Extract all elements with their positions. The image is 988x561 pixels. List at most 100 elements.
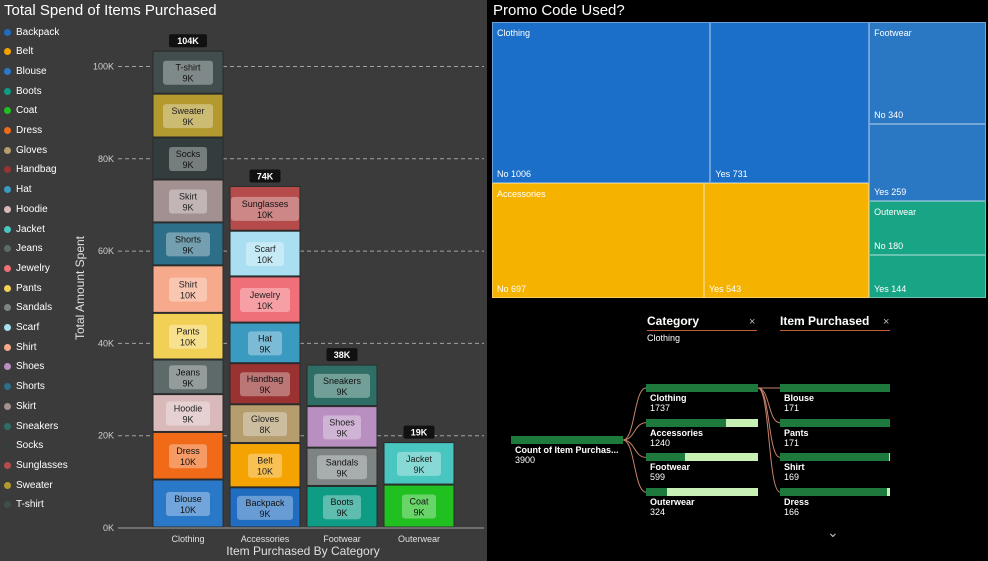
segment-value-label: 9K [413,508,424,518]
item-node-label: Shirt 169 [784,462,805,483]
treemap-cell-label: Yes 259 [874,187,907,198]
segment-value-label: 9K [336,508,347,518]
bar-total-label: 74K [257,171,274,181]
y-tick-label: 100K [93,61,114,71]
segment-item-label: Sandals [326,457,359,467]
treemap-panel: Promo Code Used? Clothing No 1006 Yes 731 A… [489,0,988,300]
segment-value-label: 9K [259,385,270,395]
category-bar[interactable] [646,384,758,392]
segment-item-label: Jewelry [250,290,281,300]
treemap-group-label: Accessories [497,189,546,200]
segment-item-label: Sweater [171,106,204,116]
bar-remainder [684,453,758,462]
decomposition-connectors [622,387,781,493]
segment-value-label: 8K [259,425,270,435]
segment-item-label: Boots [330,497,354,507]
connector [757,387,781,424]
item-bar[interactable] [780,453,890,462]
category-bar[interactable] [646,488,758,497]
segment-item-label: Coat [409,497,429,507]
treemap-cell-label: Yes 144 [874,283,907,294]
y-axis-label: Total Amount Spent [73,235,87,340]
treemap-cell[interactable]: Clothing No 1006 [492,22,711,184]
x-tick-label: Footwear [323,534,361,544]
segment-item-label: Socks [176,149,201,159]
segment-value-label: 9K [259,344,270,354]
segment-item-label: Hat [258,333,273,343]
bar-remainder [666,488,758,497]
segment-value-label: 9K [182,378,193,388]
y-tick-label: 20K [98,431,114,441]
treemap-cell[interactable]: Footwear No 340 [869,22,986,124]
treemap-cell[interactable]: Yes 543 [703,183,870,298]
segment-value-label: 10K [257,210,273,220]
treemap-cell[interactable]: Outerwear No 180 [869,201,986,255]
segment-value-label: 10K [257,467,273,477]
expand-chevron-down-icon[interactable]: ⌄ [827,524,839,541]
decomposition-tree-panel: Category × Clothing Item Purchased × Cou… [489,302,988,561]
segment-item-label: Jeans [176,367,201,377]
treemap-cell[interactable]: Yes 144 [869,254,986,298]
segment-value-label: 9K [336,387,347,397]
category-bar[interactable] [646,418,758,427]
segment-value-label: 9K [336,468,347,478]
segment-value-label: 10K [180,505,196,515]
segment-item-label: Belt [257,456,273,466]
treemap-cell-label: No 180 [874,240,904,251]
y-tick-label: 80K [98,154,114,164]
item-node-label: Pants 171 [784,427,809,448]
segment-value-label: 9K [182,160,193,170]
bar-total-label: 104K [177,36,199,46]
segment-value-label: 10K [257,301,273,311]
y-tick-label: 60K [98,246,114,256]
treemap-cell-label: Yes 543 [708,283,742,294]
treemap-group-label: Clothing [497,28,531,38]
segment-value-label: 9K [182,245,193,255]
x-tick-label: Outerwear [398,534,440,544]
segment-item-label: Scarf [254,244,276,254]
segment-item-label: Shoes [329,417,355,427]
segment-value-label: 9K [182,117,193,127]
item-bar[interactable] [780,418,890,427]
segment-item-label: Sneakers [323,376,362,386]
segment-value-label: 9K [259,509,270,519]
connector [757,387,781,458]
segment-value-label: 9K [182,415,193,425]
treemap-cell-label: No 340 [874,109,904,120]
y-tick-label: 0K [103,523,114,533]
segment-item-label: Pants [176,327,200,337]
segment-value-label: 10K [257,255,273,265]
bar-remainder [886,488,890,497]
segment-item-label: Handbag [247,374,284,384]
root-node-label: Count of Item Purchas... 3900 [515,445,619,465]
item-node-label: Blouse 171 [784,393,815,413]
segment-value-label: 10K [180,291,196,301]
segment-value-label: 9K [336,428,347,438]
segment-item-label: Gloves [251,414,280,424]
category-bar[interactable] [646,453,758,462]
segment-item-label: Hoodie [174,404,203,414]
category-node-label: Footwear 599 [650,462,691,483]
treemap-cell-label: Yes 731 [715,169,748,180]
treemap-group-label: Footwear [874,28,912,38]
connector [622,439,647,458]
stacked-bar-chart-panel: Total Spend of Items Purchased Backpack B… [0,0,487,561]
item-bar[interactable] [780,384,890,392]
segment-item-label: Jacket [406,454,433,464]
root-bar[interactable] [511,436,623,444]
bar-remainder [888,453,890,462]
treemap-cell[interactable]: Yes 731 [710,22,870,184]
treemap-cell-label: No 697 [497,283,527,294]
treemap-cell[interactable]: Accessories No 697 [492,183,704,298]
treemap-cell[interactable]: Yes 259 [869,123,986,202]
segment-item-label: Blouse [174,494,202,504]
treemap-title: Promo Code Used? [493,2,625,19]
x-tick-label: Accessories [241,534,290,544]
category-node-label: Accessories 1240 [650,427,704,448]
segment-item-label: Shirt [179,280,198,290]
y-tick-label: 40K [98,338,114,348]
item-bar[interactable] [780,488,890,497]
segment-item-label: Shorts [175,234,202,244]
segment-item-label: Backpack [245,498,285,508]
segment-item-label: Skirt [179,191,197,201]
